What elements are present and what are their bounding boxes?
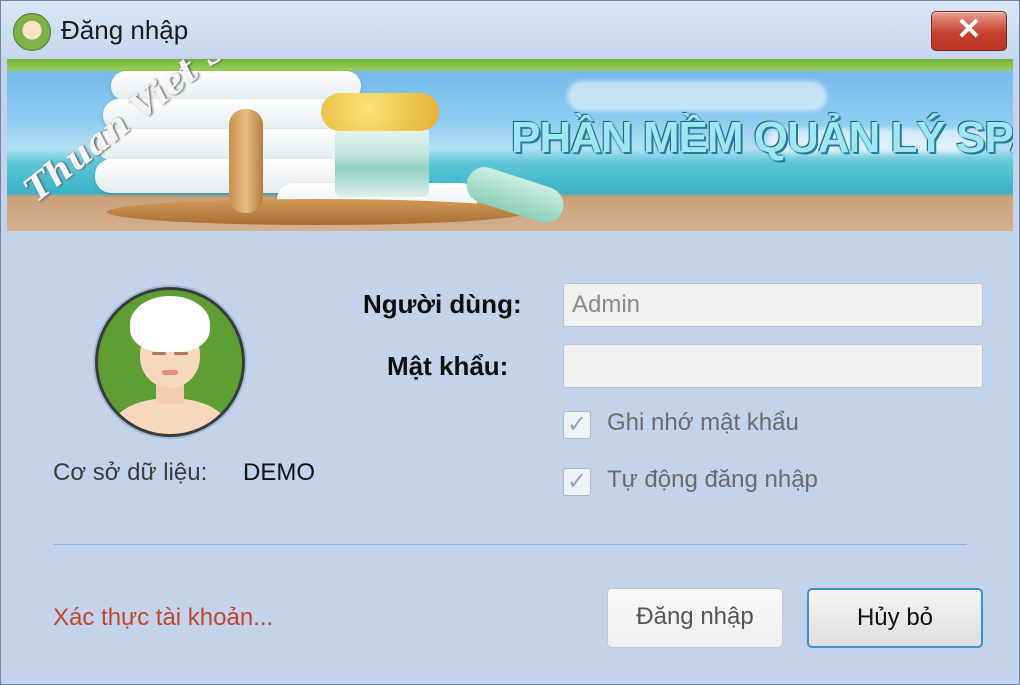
password-field[interactable] bbox=[563, 344, 983, 388]
avatar-eye-right bbox=[174, 352, 188, 355]
verify-account-link[interactable]: Xác thực tài khoản... bbox=[53, 604, 273, 632]
check-icon[interactable]: ✓ bbox=[563, 468, 591, 496]
banner-sponge bbox=[321, 93, 439, 131]
remember-password-label: Ghi nhớ mật khẩu bbox=[607, 409, 799, 436]
cancel-button[interactable]: Hủy bỏ bbox=[807, 588, 983, 648]
database-value: DEMO bbox=[243, 459, 315, 486]
user-avatar bbox=[95, 287, 245, 437]
spa-avatar-icon bbox=[13, 13, 51, 51]
auto-login-label: Tự động đăng nhập bbox=[607, 466, 818, 493]
title-bar[interactable]: Đăng nhập ✕ bbox=[1, 1, 1019, 57]
banner-wooden-brush bbox=[229, 109, 263, 213]
avatar-towel bbox=[130, 296, 210, 352]
avatar-lips bbox=[162, 370, 178, 375]
close-icon: ✕ bbox=[956, 13, 982, 46]
username-label: Người dùng: bbox=[363, 289, 522, 319]
check-icon[interactable]: ✓ bbox=[563, 411, 591, 439]
password-label: Mật khẩu: bbox=[387, 351, 509, 381]
window-title: Đăng nhập bbox=[61, 15, 189, 45]
login-button[interactable]: Đăng nhập bbox=[607, 588, 783, 648]
spa-banner: Thuan Viet Soft PHẦN MỀM QUẢN LÝ SPA bbox=[7, 59, 1013, 231]
banner-cloud bbox=[567, 81, 827, 111]
login-dialog: Đăng nhập ✕ Thuan Viet Soft PHẦN MỀM QUẢ… bbox=[0, 0, 1020, 685]
username-field[interactable] bbox=[563, 283, 983, 327]
database-label: Cơ sở dữ liệu: bbox=[53, 459, 208, 486]
divider bbox=[53, 544, 967, 545]
banner-wooden-tray bbox=[107, 199, 527, 225]
banner-cream-jar bbox=[335, 127, 429, 197]
avatar-eye-left bbox=[152, 352, 166, 355]
banner-title: PHẦN MỀM QUẢN LÝ SPA bbox=[511, 113, 1013, 162]
close-button[interactable]: ✕ bbox=[931, 11, 1007, 51]
